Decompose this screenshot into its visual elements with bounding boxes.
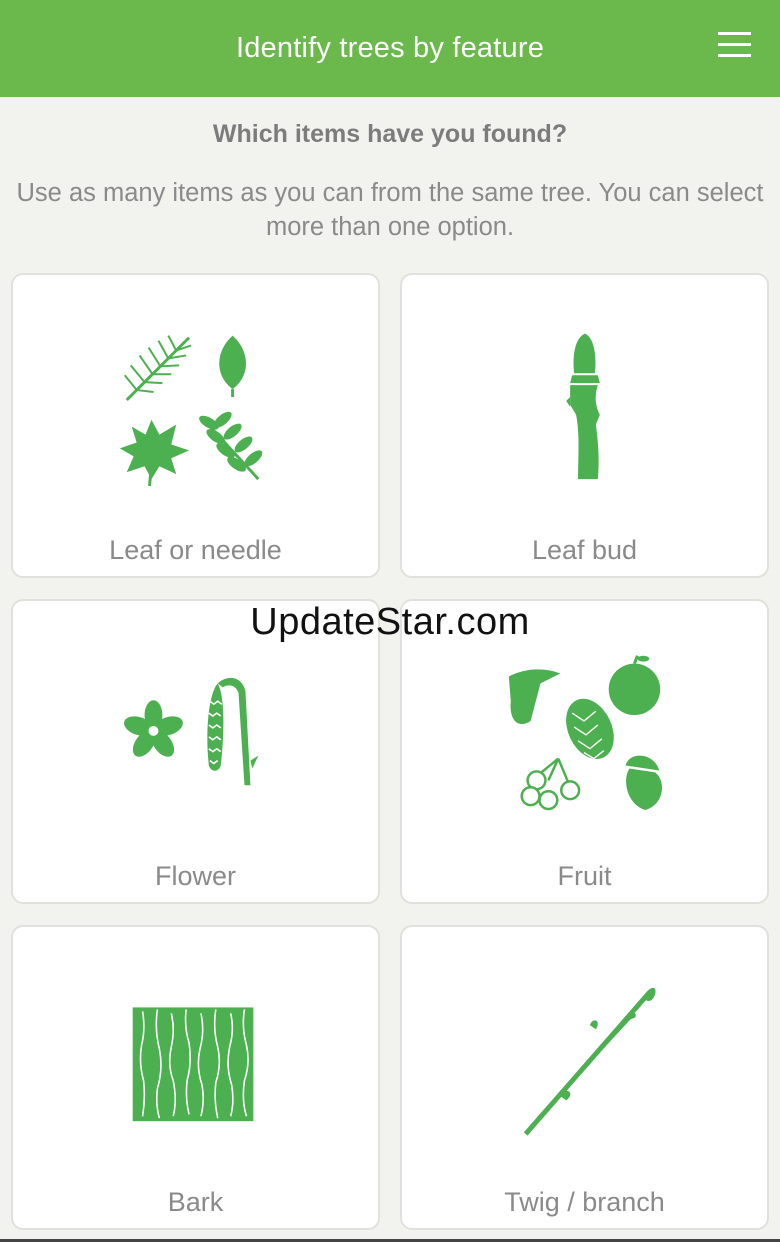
option-label: Twig / branch — [504, 1187, 665, 1217]
option-label: Flower — [154, 861, 236, 891]
option-card-leaf-or-needle[interactable]: Leaf or needle — [11, 273, 380, 578]
watermark-text: UpdateStar.com — [250, 601, 530, 643]
option-label: Bark — [167, 1187, 224, 1217]
option-label: Fruit — [557, 861, 612, 891]
option-card-flower[interactable]: Flower — [11, 599, 380, 904]
leaf-bud-icon — [566, 333, 600, 480]
option-card-fruit[interactable]: Fruit — [400, 599, 769, 904]
app-header: Identify trees by feature — [0, 0, 780, 97]
option-label: Leaf bud — [531, 535, 638, 565]
option-card-twig-branch[interactable]: Twig / branch — [400, 925, 769, 1230]
option-card-leaf-bud[interactable]: Leaf bud — [400, 273, 769, 578]
bark-icon — [132, 1007, 254, 1122]
question-heading: Which items have you found? — [212, 120, 568, 148]
hamburger-menu-icon[interactable] — [718, 32, 751, 58]
page-title: Identify trees by feature — [235, 32, 545, 64]
option-card-bark[interactable]: Bark — [11, 925, 380, 1230]
option-label: Leaf or needle — [109, 535, 282, 565]
twig-branch-icon — [523, 987, 656, 1136]
leaf-needle-icon — [119, 335, 263, 487]
instructions-text: Use as many items as you can from the sa… — [16, 179, 764, 241]
